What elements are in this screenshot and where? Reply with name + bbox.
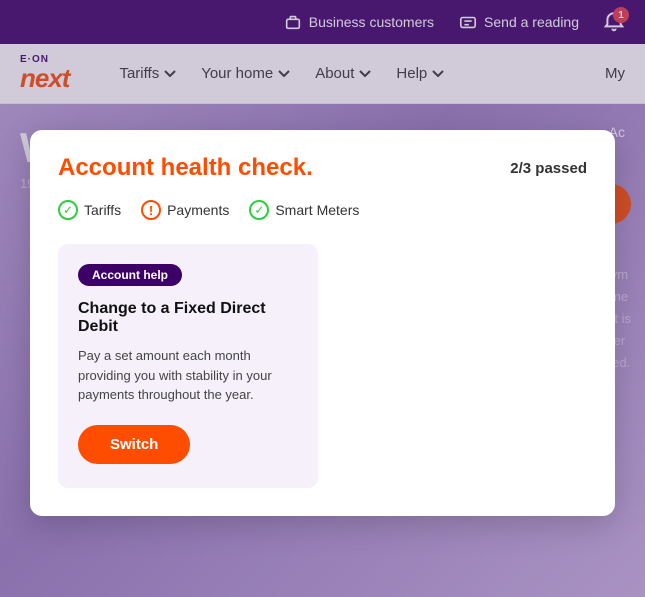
help-tag: Account help bbox=[78, 264, 182, 286]
check-pass-icon: ✓ bbox=[58, 200, 78, 220]
help-card-body: Pay a set amount each month providing yo… bbox=[78, 346, 298, 405]
switch-button[interactable]: Switch bbox=[78, 425, 190, 464]
check-payments: ! Payments bbox=[141, 200, 229, 220]
modal-title: Account health check. bbox=[58, 154, 313, 182]
check-tariffs-label: Tariffs bbox=[84, 202, 121, 218]
check-pass-icon-2: ✓ bbox=[249, 200, 269, 220]
modal-passed: 2/3 passed bbox=[510, 160, 587, 177]
check-smart-meters-label: Smart Meters bbox=[275, 202, 359, 218]
check-warn-icon: ! bbox=[141, 200, 161, 220]
modal-checks: ✓ Tariffs ! Payments ✓ Smart Meters bbox=[58, 200, 587, 220]
check-smart-meters: ✓ Smart Meters bbox=[249, 200, 359, 220]
help-card: Account help Change to a Fixed Direct De… bbox=[58, 244, 318, 488]
modal-header: Account health check. 2/3 passed bbox=[58, 154, 587, 182]
check-payments-label: Payments bbox=[167, 202, 229, 218]
account-health-modal: Account health check. 2/3 passed ✓ Tarif… bbox=[30, 130, 615, 516]
check-tariffs: ✓ Tariffs bbox=[58, 200, 121, 220]
help-card-title: Change to a Fixed Direct Debit bbox=[78, 300, 298, 336]
